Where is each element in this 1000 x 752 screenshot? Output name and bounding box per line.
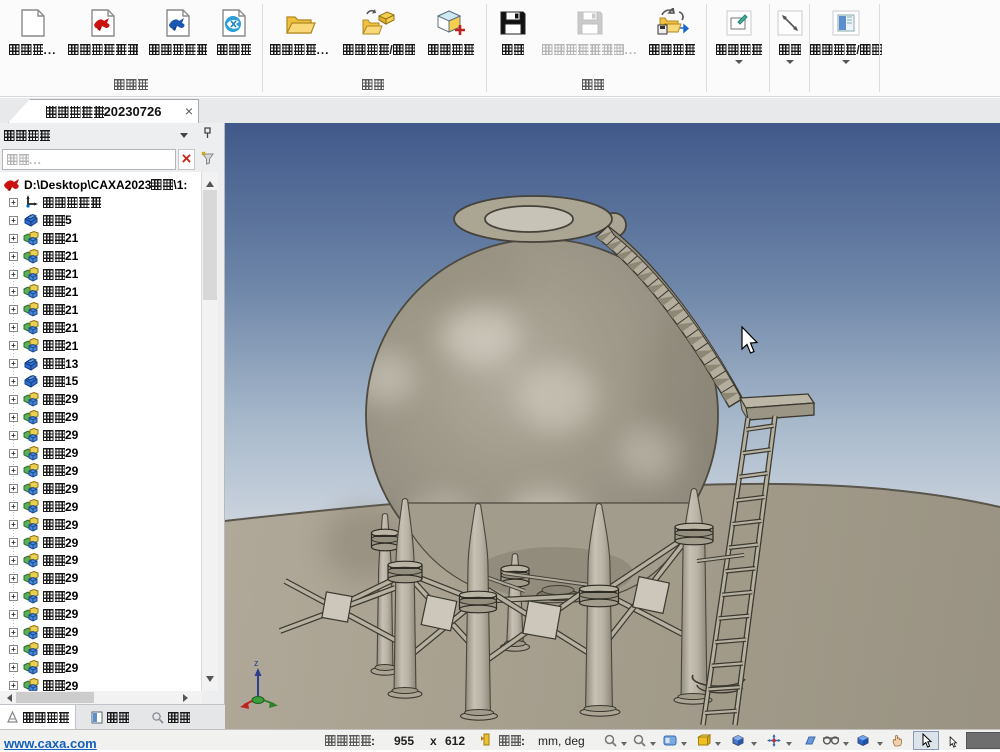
- svg-text:z: z: [254, 658, 259, 668]
